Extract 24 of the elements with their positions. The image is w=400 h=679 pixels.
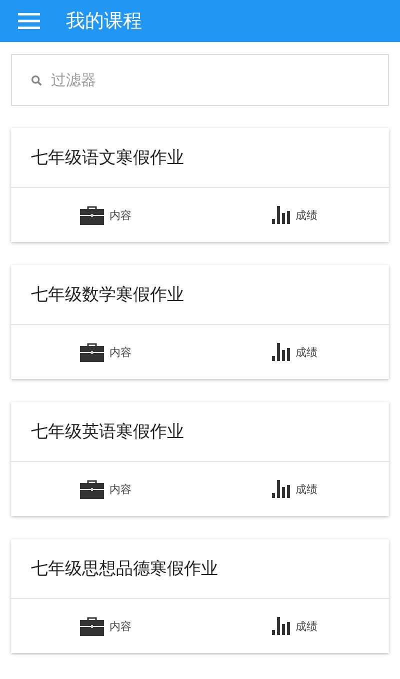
grades-button[interactable]: 成绩 bbox=[200, 462, 389, 516]
menu-icon[interactable] bbox=[18, 13, 40, 29]
grades-button[interactable]: 成绩 bbox=[200, 599, 389, 653]
briefcase-icon bbox=[80, 205, 104, 225]
filter-field[interactable]: 过滤器 bbox=[11, 54, 389, 106]
briefcase-icon bbox=[80, 342, 104, 362]
page-title: 我的课程 bbox=[66, 9, 142, 34]
briefcase-icon bbox=[80, 479, 104, 499]
course-title[interactable]: 七年级语文寒假作业 bbox=[11, 128, 389, 188]
course-title[interactable]: 七年级数学寒假作业 bbox=[11, 265, 389, 325]
briefcase-icon bbox=[80, 616, 104, 636]
course-title[interactable]: 七年级英语寒假作业 bbox=[11, 402, 389, 462]
bar-chart-icon bbox=[272, 617, 290, 635]
grades-button[interactable]: 成绩 bbox=[200, 325, 389, 379]
grades-button[interactable]: 成绩 bbox=[200, 188, 389, 242]
search-icon bbox=[31, 75, 42, 86]
course-title[interactable]: 七年级思想品德寒假作业 bbox=[11, 539, 389, 599]
content-button[interactable]: 内容 bbox=[11, 462, 200, 516]
content-button[interactable]: 内容 bbox=[11, 599, 200, 653]
bar-chart-icon bbox=[272, 343, 290, 361]
bar-chart-icon bbox=[272, 206, 290, 224]
bar-chart-icon bbox=[272, 480, 290, 498]
content-button[interactable]: 内容 bbox=[11, 188, 200, 242]
content-button[interactable]: 内容 bbox=[11, 325, 200, 379]
